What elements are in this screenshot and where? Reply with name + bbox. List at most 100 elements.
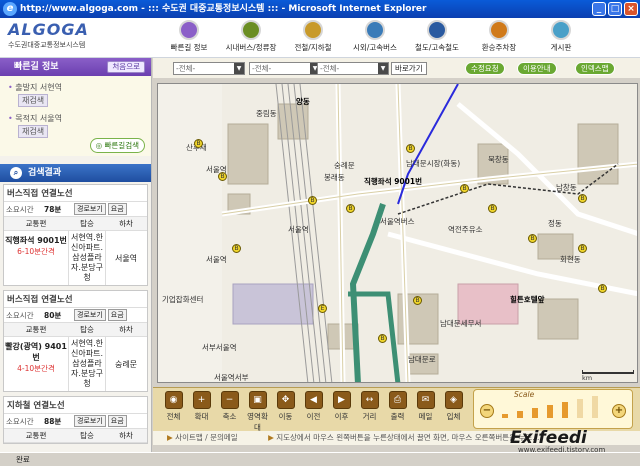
minimize-button[interactable]: _ bbox=[592, 2, 606, 16]
go-button[interactable]: 바로가기 bbox=[391, 62, 427, 75]
tool-pan[interactable]: ✥ 이동 bbox=[273, 391, 298, 422]
dest-row: • 목적지 서울역 재검색 bbox=[8, 113, 143, 138]
chevron-down-icon: ▼ bbox=[378, 63, 388, 74]
result-card[interactable]: 지하철 연결노선 소요시간 88분 경로보기 요금 교통편 탑승 하차 bbox=[3, 396, 148, 444]
card-columns: 교통편 탑승 하차 bbox=[4, 429, 147, 443]
map-canvas[interactable] bbox=[158, 84, 638, 383]
board-stop: 서현역.한신아파트.삼성플라자.분당구청 bbox=[68, 231, 106, 285]
bus-stop-marker[interactable]: B bbox=[378, 334, 387, 343]
status-bar: 완료 bbox=[0, 452, 640, 466]
result-card[interactable]: 버스직접 연결노선 소요시간 80분 경로보기 요금 교통편 탑승 하차 빨강(… bbox=[3, 290, 148, 392]
map-label: 정동 bbox=[548, 219, 562, 228]
tool-area-zoom[interactable]: ▣ 영역확대 bbox=[245, 391, 270, 433]
tool-label: 확대 bbox=[194, 412, 209, 421]
bus-stop-marker[interactable]: B bbox=[346, 204, 355, 213]
zoom-level-bar[interactable] bbox=[502, 414, 508, 418]
route-cell[interactable]: 직행좌석 9001번 6-10분간격 bbox=[4, 231, 68, 285]
map-label: 서울역버스 bbox=[380, 217, 415, 226]
bus-stop-marker[interactable]: B bbox=[598, 284, 607, 293]
reset-button[interactable]: 처음으로 bbox=[107, 61, 145, 73]
region-select-2[interactable]: -전체- ▼ bbox=[249, 62, 321, 75]
nav-board[interactable]: 게시판 bbox=[530, 18, 592, 58]
maximize-button[interactable]: □ bbox=[608, 2, 622, 16]
dest-research-button[interactable]: 재검색 bbox=[18, 125, 49, 138]
nav-label: 시내버스/정류장 bbox=[225, 43, 277, 52]
nav-quick-route[interactable]: 빠른길 정보 bbox=[158, 18, 220, 58]
map-view[interactable]: 양동 중림동 산후재 서울역 서울역 기업잡화센터 서부서울역 서울역서부 서울… bbox=[157, 83, 638, 383]
tool-label: 메일 bbox=[418, 412, 433, 421]
sitemap-link[interactable]: 사이트맵 / 문의메일 bbox=[175, 433, 238, 442]
quick-search-button[interactable]: ◎ 빠른길검색 bbox=[89, 138, 145, 153]
route-cell[interactable]: 빨강(광역) 9401번 4-10분간격 bbox=[4, 337, 68, 391]
view-route-button[interactable]: 경로보기 bbox=[74, 309, 106, 321]
tool-next[interactable]: ▶ 이후 bbox=[329, 391, 354, 422]
bus-stop-marker[interactable]: B bbox=[488, 204, 497, 213]
nav-subway[interactable]: 전철/지하철 bbox=[282, 18, 344, 58]
zoom-level-bar[interactable] bbox=[517, 411, 523, 418]
zoom-level-bar[interactable] bbox=[562, 402, 568, 418]
fare-button[interactable]: 요금 bbox=[107, 203, 127, 215]
site-logo[interactable]: ALGOGA 수도권대중교통정보시스템 bbox=[8, 20, 148, 56]
tool-3d[interactable]: ◈ 입체 bbox=[441, 391, 466, 422]
nav-city-bus[interactable]: 시내버스/정류장 bbox=[220, 18, 282, 58]
tool-mail[interactable]: ✉ 메일 bbox=[413, 391, 438, 422]
search-result-icon: ⌕ bbox=[10, 167, 22, 179]
bus-stop-marker[interactable]: B bbox=[406, 144, 415, 153]
tool-distance[interactable]: ↔ 거리 bbox=[357, 391, 382, 422]
tool-full-view[interactable]: ◉ 전체 bbox=[161, 391, 186, 422]
bus-stop-marker[interactable]: B bbox=[308, 196, 317, 205]
result-card[interactable]: 버스직접 연결노선 소요시간 78분 경로보기 요금 교통편 탑승 하차 직행좌… bbox=[3, 184, 148, 286]
view-route-button[interactable]: 경로보기 bbox=[74, 415, 106, 427]
time-label: 소요시간 bbox=[6, 416, 34, 426]
tool-prev[interactable]: ◀ 이전 bbox=[301, 391, 326, 422]
edit-request-button[interactable]: 수정요청 bbox=[465, 62, 505, 75]
zoom-level-bar[interactable] bbox=[592, 396, 598, 418]
tool-zoom-out[interactable]: − 축소 bbox=[217, 391, 242, 422]
region-select-3[interactable]: -전체- ▼ bbox=[317, 62, 389, 75]
zoom-out-button[interactable]: − bbox=[480, 404, 494, 418]
quick-route-title: 빠른길 정보 bbox=[14, 62, 59, 72]
card-title: 지하철 연결노선 bbox=[4, 397, 147, 414]
status-text: 완료 bbox=[16, 455, 30, 464]
map-label: 회현동 bbox=[560, 255, 581, 264]
parking-icon bbox=[489, 20, 509, 40]
map-label: 남대문시장(화동) bbox=[406, 159, 461, 168]
origin-research-button[interactable]: 재검색 bbox=[18, 94, 49, 107]
bus-stop-marker[interactable]: B bbox=[413, 296, 422, 305]
tool-zoom-in[interactable]: + 확대 bbox=[189, 391, 214, 422]
tool-print[interactable]: ⎙ 출력 bbox=[385, 391, 410, 422]
nav-label: 전철/지하철 bbox=[294, 43, 332, 52]
region-select-1[interactable]: -전체- ▼ bbox=[173, 62, 245, 75]
fare-button[interactable]: 요금 bbox=[107, 415, 127, 427]
city-bus-icon bbox=[241, 20, 261, 40]
subway-exit-marker[interactable]: E bbox=[318, 304, 327, 313]
bus-stop-marker[interactable]: B bbox=[528, 234, 537, 243]
col-header: 탑승 bbox=[80, 219, 94, 228]
time-value: 88분 bbox=[44, 416, 62, 426]
bus-stop-marker[interactable]: B bbox=[232, 244, 241, 253]
nav-label: 게시판 bbox=[550, 43, 572, 52]
time-label: 소요시간 bbox=[6, 204, 34, 214]
nav-express-bus[interactable]: 시외/고속버스 bbox=[344, 18, 406, 58]
zoom-level-bar[interactable] bbox=[532, 408, 538, 418]
map-label: 북창동 bbox=[488, 155, 509, 164]
nav-label: 철도/고속철도 bbox=[415, 43, 459, 52]
zoom-level-bar[interactable] bbox=[577, 399, 583, 418]
nav-rail[interactable]: 철도/고속철도 bbox=[406, 18, 468, 58]
bus-stop-marker[interactable]: B bbox=[460, 184, 469, 193]
view-route-button[interactable]: 경로보기 bbox=[74, 203, 106, 215]
nav-parking[interactable]: 환승주차장 bbox=[468, 18, 530, 58]
window-titlebar: e http://www.algoga.com - ::: 수도권 대중교통정보… bbox=[0, 0, 640, 18]
index-map-button[interactable]: 인덱스맵 bbox=[575, 62, 615, 75]
tool-label: 전체 bbox=[166, 412, 181, 421]
bus-stop-marker[interactable]: B bbox=[194, 139, 203, 148]
zoom-level-bar[interactable] bbox=[547, 405, 553, 418]
bus-stop-marker[interactable]: B bbox=[578, 194, 587, 203]
zoom-in-button[interactable]: + bbox=[612, 404, 626, 418]
prev-icon: ◀ bbox=[304, 391, 323, 409]
bus-stop-marker[interactable]: B bbox=[578, 244, 587, 253]
usage-guide-button[interactable]: 이용안내 bbox=[517, 62, 557, 75]
close-button[interactable]: × bbox=[624, 2, 638, 16]
bus-stop-marker[interactable]: B bbox=[218, 172, 227, 181]
fare-button[interactable]: 요금 bbox=[107, 309, 127, 321]
